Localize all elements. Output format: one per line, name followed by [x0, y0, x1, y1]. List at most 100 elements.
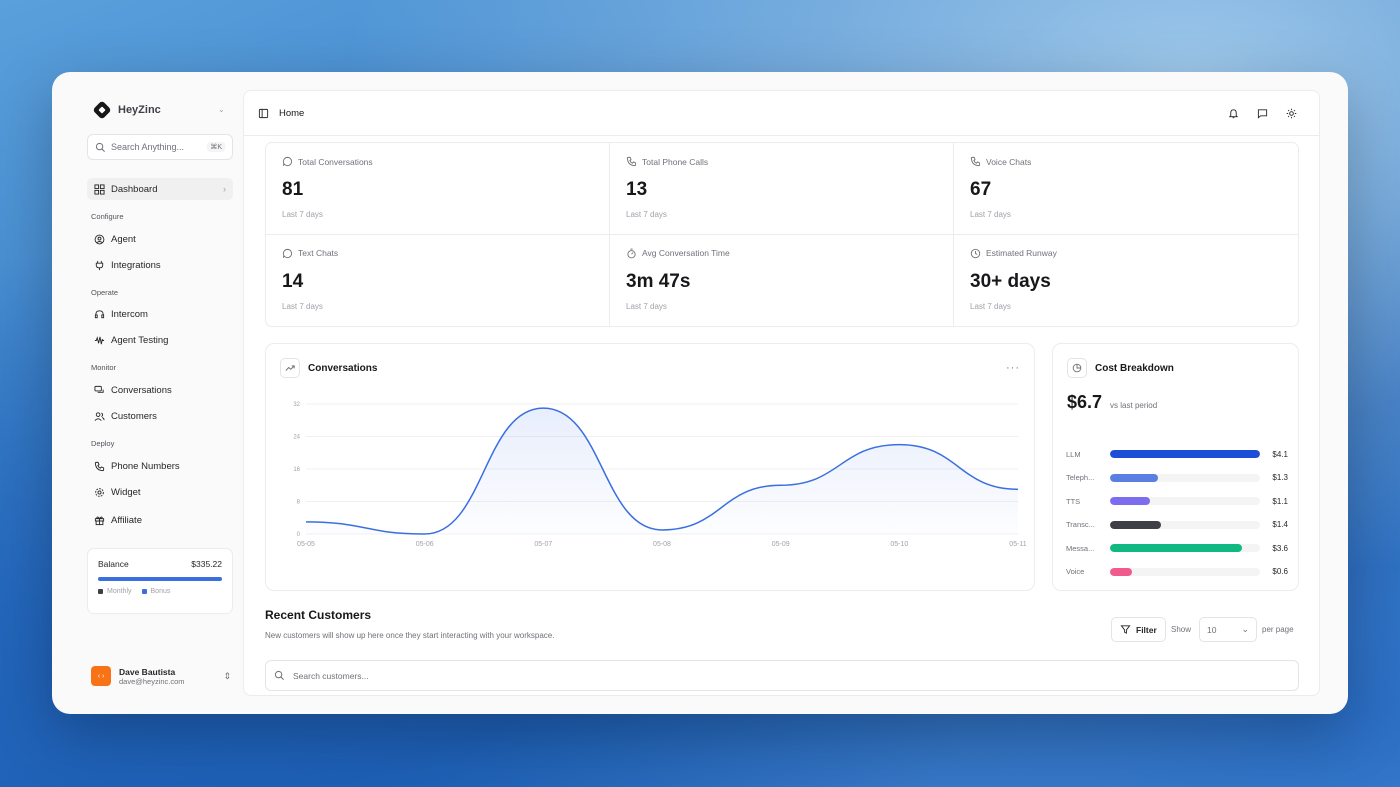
phone-icon — [94, 461, 105, 471]
clock-icon — [970, 248, 981, 258]
legend-bonus: Bonus — [141, 588, 170, 595]
y-tick-label: 24 — [293, 435, 300, 441]
cost-row-label: Transc... — [1066, 520, 1095, 529]
x-tick-label: 05-06 — [416, 541, 434, 548]
topbar: Home — [244, 91, 1319, 136]
stat-label: Total Phone Calls — [642, 156, 709, 167]
brand-logo — [92, 100, 112, 120]
stat-sub: Last 7 days — [626, 301, 667, 311]
sidebar-item-integrations[interactable]: Integrations — [87, 254, 233, 276]
customer-search-placeholder: Search customers... — [293, 670, 369, 681]
sidebar-item-conversations[interactable]: Conversations — [87, 379, 233, 401]
cost-breakdown-card: Cost Breakdown $6.7 vs last period LLM $4… — [1052, 343, 1299, 591]
cost-row-amount: $1.3 — [1272, 473, 1288, 482]
sidebar-item-affiliate[interactable]: Affiliate — [87, 509, 233, 531]
stat-sub: Last 7 days — [282, 210, 323, 219]
more-menu-button[interactable]: ··· — [1006, 362, 1020, 374]
stat-label: Voice Chats — [986, 156, 1032, 167]
sidebar-item-agent-testing[interactable]: Agent Testing — [87, 329, 233, 351]
breadcrumb[interactable]: Home — [279, 108, 304, 119]
brand[interactable]: HeyZinc — [92, 100, 161, 120]
messages-icon — [94, 385, 104, 393]
user-menu[interactable]: ‹ › Dave Bautista dave@heyzinc.com ⇕ — [91, 666, 231, 686]
timer-icon — [627, 248, 636, 258]
stat-text-chats: Text Chats 14 Last 7 days — [266, 234, 610, 326]
sidebar-item-dashboard[interactable]: Dashboard › — [87, 178, 233, 200]
per-page-select[interactable]: 10 ⌄ — [1199, 617, 1257, 642]
stat-value: 13 — [626, 179, 648, 200]
y-tick-label: 16 — [293, 467, 300, 473]
stat-total-phone-calls: Total Phone Calls 13 Last 7 days — [610, 143, 954, 235]
headset-icon — [94, 309, 105, 318]
sidebar-item-label: Intercom — [111, 308, 148, 320]
x-tick-label: 05-08 — [653, 541, 671, 548]
sidebar-item-phone-numbers[interactable]: Phone Numbers — [87, 455, 233, 477]
chevron-down-icon[interactable]: ⌄ — [218, 105, 225, 114]
cost-row-track — [1110, 473, 1260, 482]
cost-row: LLM $4.1 — [1066, 448, 1288, 460]
main-panel: Home Total Conversations 81 Last 7 days … — [243, 90, 1320, 696]
sidebar-item-label: Agent Testing — [111, 334, 169, 346]
cost-row-amount: $1.1 — [1272, 496, 1288, 506]
x-tick-label: 05-09 — [772, 541, 790, 548]
stat-sub: Last 7 days — [970, 210, 1011, 219]
stats-grid: Total Conversations 81 Last 7 days Total… — [265, 142, 1299, 327]
search-input[interactable]: Search Anything... ⌘K — [87, 134, 233, 160]
chevron-down-icon: ⌄ — [1241, 624, 1249, 634]
chevron-right-icon: › — [223, 184, 226, 194]
cost-row-amount: $4.1 — [1272, 449, 1288, 459]
section-monitor: Monitor — [91, 363, 117, 372]
per-page-value: 10 — [1207, 624, 1217, 635]
legend-monthly: Monthly — [98, 588, 132, 595]
sidebar-item-label: Agent — [111, 233, 136, 245]
cost-row: Messa... $3.6 — [1066, 542, 1288, 554]
stat-value: 14 — [282, 270, 304, 292]
cost-title: Cost Breakdown — [1095, 362, 1174, 374]
sun-icon[interactable] — [1286, 108, 1297, 119]
message-square-icon[interactable] — [1257, 108, 1268, 119]
search-icon — [95, 142, 105, 152]
sidebar-item-label: Integrations — [111, 259, 161, 271]
sidebar-item-agent[interactable]: Agent — [87, 228, 233, 250]
sidebar-item-label: Customers — [111, 410, 157, 422]
sidebar-item-customers[interactable]: Customers — [87, 405, 233, 427]
avatar: ‹ › — [91, 666, 111, 686]
bell-icon[interactable] — [1228, 108, 1239, 119]
cost-row-bar — [1110, 520, 1162, 529]
customer-search-input[interactable]: Search customers... — [265, 660, 1299, 691]
stat-value: 67 — [970, 179, 992, 200]
sidebar-item-label: Dashboard — [111, 183, 158, 195]
plug-icon — [95, 260, 104, 270]
cost-row-track — [1110, 497, 1260, 505]
stat-sub: Last 7 days — [282, 301, 323, 311]
search-placeholder: Search Anything... — [111, 142, 185, 152]
area-fill — [306, 408, 1018, 534]
cost-row-track — [1110, 520, 1260, 529]
phone-icon — [626, 156, 637, 167]
filter-label: Filter — [1136, 624, 1157, 635]
sidebar-item-widget[interactable]: Widget — [87, 481, 233, 503]
sidebar-item-label: Widget — [111, 486, 141, 498]
section-configure: Configure — [91, 212, 124, 221]
conversations-chart-card: Conversations ··· 32 24 16 8 0 05-05 05-06 05-0… — [265, 343, 1035, 591]
message-circle-icon — [282, 248, 293, 258]
sidebar-item-label: Phone Numbers — [111, 460, 180, 472]
cost-row-label: TTS — [1066, 496, 1081, 506]
cost-row-label: Teleph... — [1066, 473, 1095, 482]
stat-voice-chats: Voice Chats 67 Last 7 days — [954, 143, 1298, 235]
filter-button[interactable]: Filter — [1111, 617, 1166, 642]
gear-icon — [95, 487, 104, 497]
y-tick-label: 8 — [297, 500, 301, 506]
sidebar-toggle-icon[interactable] — [258, 108, 269, 119]
cost-total: $6.7 — [1067, 392, 1103, 412]
cost-row-bar — [1110, 544, 1242, 552]
sidebar-item-intercom[interactable]: Intercom — [87, 303, 233, 325]
search-shortcut: ⌘K — [207, 142, 225, 152]
chevrons-up-down-icon: ⇕ — [223, 670, 231, 681]
stat-label: Text Chats — [298, 248, 339, 258]
cost-row-bar — [1110, 473, 1158, 482]
balance-label: Balance — [98, 559, 129, 569]
x-tick-label: 05-10 — [890, 541, 908, 548]
stat-value: 3m 47s — [626, 270, 691, 292]
user-email: dave@heyzinc.com — [119, 676, 185, 686]
